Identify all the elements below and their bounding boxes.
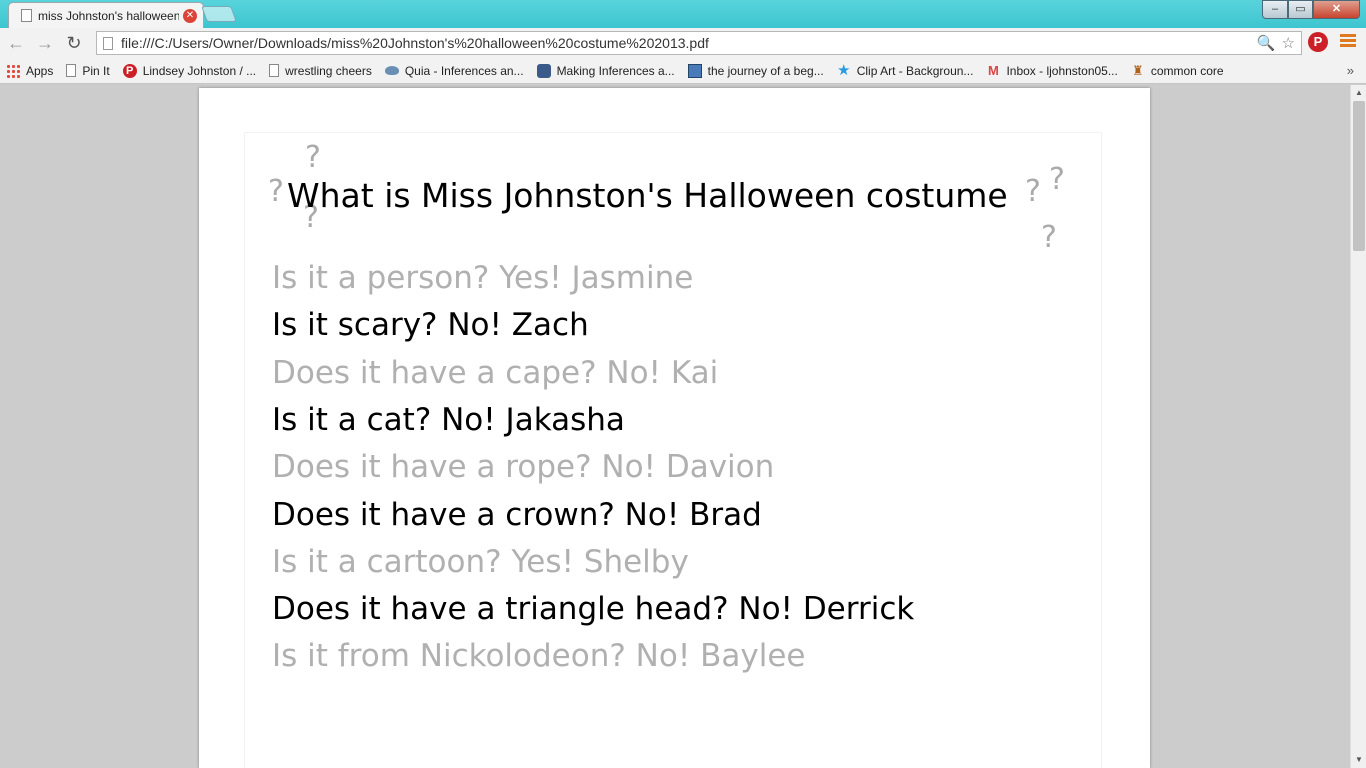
bookmark-pinterest[interactable]: P Lindsey Johnston / ... [122,63,257,78]
quia-icon [384,66,399,75]
bookmark-label: wrestling cheers [285,63,372,78]
bookmark-common-core[interactable]: ♜ common core [1131,62,1224,78]
page-icon [269,64,280,77]
journey-icon [687,63,702,78]
address-bar[interactable]: file:///C:/Users/Owner/Downloads/miss%20… [96,31,1302,55]
reload-button[interactable]: ↻ [61,30,87,56]
apps-icon [6,63,20,78]
chrome-menu-icon[interactable] [1340,34,1356,50]
bookmark-label: Making Inferences a... [556,63,675,78]
inference-icon [536,63,551,78]
bookmark-star-icon[interactable]: ☆ [1282,34,1295,52]
bookmark-label: Apps [26,63,54,78]
guess-line: Is it a cat? No! Jakasha [272,401,625,438]
browser-tab[interactable]: miss Johnston's halloween ✕ [8,2,204,28]
browser-toolbar: ← → ↻ file:///C:/Users/Owner/Downloads/m… [0,28,1366,58]
bookmark-pin-it[interactable]: Pin It [66,63,110,78]
vertical-scrollbar[interactable]: ▲ ▼ [1350,85,1366,768]
tab-close-icon[interactable]: ✕ [183,8,197,23]
gmail-icon: M [988,62,999,78]
guess-line: Is it scary? No! Zach [272,307,589,344]
bookmark-quia[interactable]: Quia - Inferences an... [384,63,524,78]
maximize-button[interactable]: ▭ [1288,0,1313,19]
page-icon [103,36,113,50]
close-window-button[interactable]: ✕ [1313,0,1360,19]
bookmarks-overflow-icon[interactable]: » [1347,63,1354,78]
question-mark-decoration: ? [1025,174,1041,209]
bookmarks-bar: Apps Pin It P Lindsey Johnston / ... wres… [0,58,1366,84]
bookmark-label: Lindsey Johnston / ... [142,63,257,78]
bookmark-clip-art[interactable]: ★ Clip Art - Backgroun... [836,61,974,79]
pdf-viewer: ? ? ? ? ? ? What is Miss Johnston's Hall… [0,85,1350,768]
bookmark-label: common core [1150,63,1224,78]
scroll-down-icon[interactable]: ▼ [1351,752,1366,768]
tab-title: miss Johnston's halloween [38,8,179,23]
bookmark-label: Clip Art - Backgroun... [856,63,974,78]
guess-line: Is it a cartoon? Yes! Shelby [272,543,689,580]
question-mark-decoration: ? [268,174,284,209]
window-title-bar: miss Johnston's halloween ✕ ‒ ▭ ✕ [0,0,1366,28]
document-title: What is Miss Johnston's Halloween costum… [287,176,1008,215]
minimize-button[interactable]: ‒ [1262,0,1288,19]
guess-line: Is it a person? Yes! Jasmine [272,260,694,296]
star-icon: ★ [836,61,851,79]
new-tab-button[interactable] [201,6,237,22]
guess-line: Does it have a triangle head? No! Derric… [272,591,915,628]
pinterest-icon: P [122,63,137,78]
scrollbar-thumb[interactable] [1353,101,1365,251]
question-mark-decoration: ? [1041,220,1057,255]
bookmark-wrestling-cheers[interactable]: wrestling cheers [269,64,372,78]
bookmark-label: Quia - Inferences an... [404,63,524,78]
bookmark-making-inferences[interactable]: Making Inferences a... [536,63,675,78]
bookmark-journey[interactable]: the journey of a beg... [687,63,824,78]
pdf-page: ? ? ? ? ? ? What is Miss Johnston's Hall… [199,88,1150,768]
guess-line: Does it have a cape? No! Kai [272,354,719,391]
back-button[interactable]: ← [3,30,29,56]
bookmark-inbox[interactable]: M Inbox - ljohnston05... [986,62,1118,78]
page-icon [66,64,77,77]
witch-icon: ♜ [1132,62,1144,78]
document-icon [21,9,32,22]
forward-button[interactable]: → [32,30,58,56]
guess-line: Is it from Nickolodeon? No! Baylee [272,638,806,675]
scroll-up-icon[interactable]: ▲ [1351,85,1366,101]
window-controls: ‒ ▭ ✕ [1262,0,1360,19]
guess-line: Does it have a rope? No! Davion [272,449,775,486]
guess-line: Does it have a crown? No! Brad [272,496,762,533]
bookmark-label: Pin It [82,63,110,78]
question-mark-decoration: ? [1049,162,1065,197]
bookmark-apps[interactable]: Apps [6,63,54,78]
bookmark-label: Inbox - ljohnston05... [1006,63,1118,78]
search-icon[interactable]: 🔍 [1257,34,1276,52]
pinterest-extension-icon[interactable]: P [1308,32,1328,52]
bookmark-label: the journey of a beg... [707,63,824,78]
question-mark-decoration: ? [305,140,321,175]
url-text[interactable]: file:///C:/Users/Owner/Downloads/miss%20… [121,35,1257,51]
